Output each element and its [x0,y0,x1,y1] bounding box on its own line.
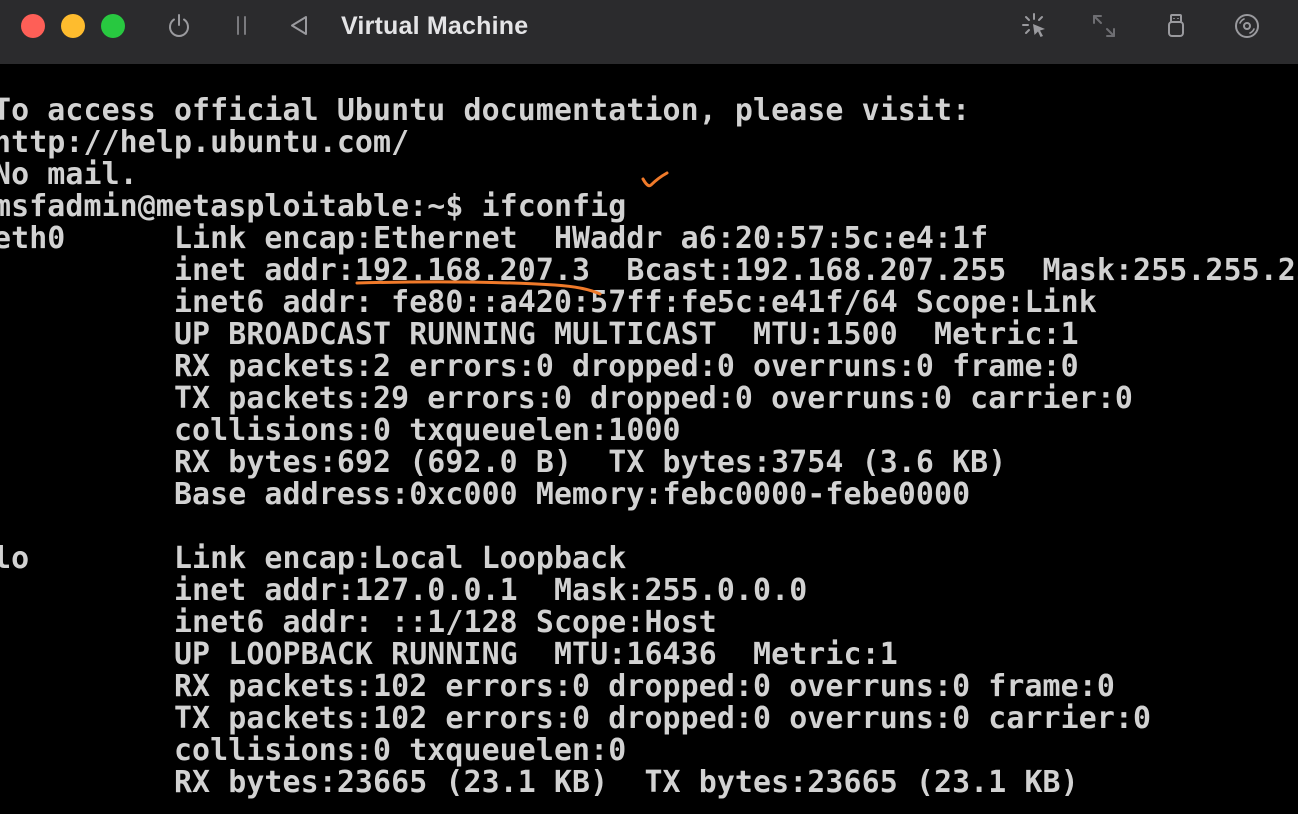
terminal-prompt-line: msfadmin@metasploitable:~$ ifconfig [0,189,627,224]
terminal-line: RX bytes:23665 (23.1 KB) TX bytes:23665 … [0,765,1079,800]
terminal-line: inet addr:127.0.0.1 Mask:255.0.0.0 [0,573,808,608]
terminal-line: eth0 Link encap:Ethernet HWaddr a6:20:57… [0,221,989,256]
terminal-screen[interactable]: To access official Ubuntu documentation,… [0,64,1298,814]
fullscreen-icon[interactable] [1090,12,1118,40]
close-window-button[interactable] [21,14,45,38]
terminal-line: http://help.ubuntu.com/ [0,125,410,160]
terminal-line: inet6 addr: fe80::a420:57ff:fe5c:e41f/64… [0,285,1097,320]
zoom-window-button[interactable] [101,14,125,38]
power-icon[interactable] [165,12,193,40]
usb-icon[interactable] [1162,12,1190,40]
checkmark-annotation [641,171,669,188]
pause-icon[interactable] [228,12,256,40]
minimize-window-button[interactable] [61,14,85,38]
vm-window: Virtual Machine To access official Ubunt… [0,0,1298,814]
window-title: Virtual Machine [341,12,529,40]
terminal-line: RX packets:2 errors:0 dropped:0 overruns… [0,349,1079,384]
terminal-line: TX packets:102 errors:0 dropped:0 overru… [0,701,1152,736]
terminal-line: UP LOOPBACK RUNNING MTU:16436 Metric:1 [0,637,898,672]
terminal-line-ip: inet addr:192.168.207.3 Bcast:192.168.20… [0,253,1298,288]
terminal-line: RX bytes:692 (692.0 B) TX bytes:3754 (3.… [0,445,1007,480]
terminal-line: Base address:0xc000 Memory:febc0000-febe… [0,477,971,512]
terminal-line: collisions:0 txqueuelen:0 [0,733,627,768]
terminal-line: To access official Ubuntu documentation,… [0,93,971,128]
terminal-line: lo Link encap:Local Loopback [0,541,627,576]
disc-icon[interactable] [1233,12,1261,40]
capture-pointer-icon[interactable] [1021,12,1049,40]
back-icon[interactable] [286,12,314,40]
terminal-line: RX packets:102 errors:0 dropped:0 overru… [0,669,1115,704]
terminal-line: TX packets:29 errors:0 dropped:0 overrun… [0,381,1134,416]
terminal-line: collisions:0 txqueuelen:1000 [0,413,681,448]
terminal-line: UP BROADCAST RUNNING MULTICAST MTU:1500 … [0,317,1079,352]
title-bar: Virtual Machine [0,0,1298,64]
terminal-line: inet6 addr: ::1/128 Scope:Host [0,605,717,640]
terminal-line: No mail. [0,157,138,192]
